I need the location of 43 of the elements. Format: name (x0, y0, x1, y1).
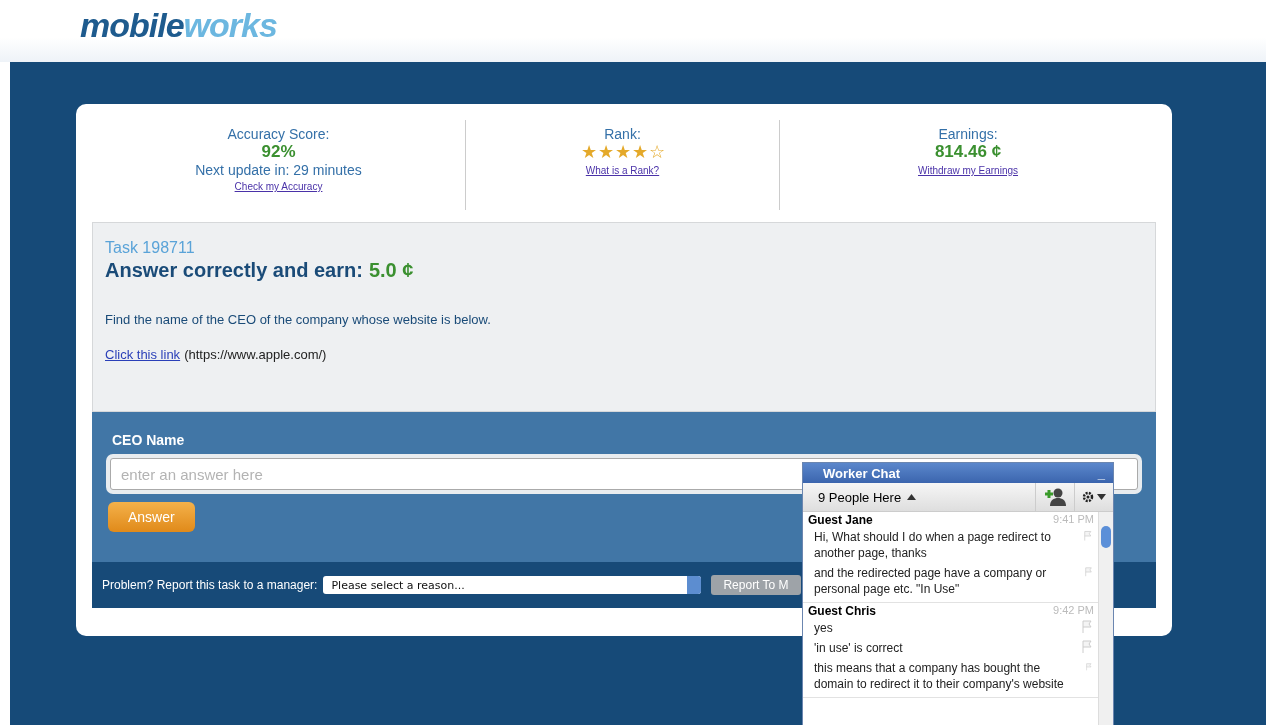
flag-icon[interactable] (1082, 640, 1092, 654)
report-label: Problem? Report this task to a manager: (102, 578, 318, 592)
flag-icon[interactable] (1085, 565, 1092, 579)
flag-icon[interactable] (1084, 529, 1092, 543)
caret-icon (1097, 494, 1106, 500)
task-id: Task 198711 (105, 239, 196, 257)
filled-star-icon: ★ (631, 142, 648, 162)
chat-message: and the redirected page have a company or personal page etc. "In Use" (814, 565, 1048, 597)
scrollbar[interactable] (1098, 512, 1113, 725)
flag-icon[interactable] (1082, 620, 1092, 634)
stat-value: 814.46 ¢ (934, 142, 1002, 162)
field-label: CEO Name (112, 432, 186, 448)
reward-amount: 5.0 ¢ (368, 259, 414, 282)
stat-label: Earnings: (938, 126, 998, 142)
accuracy-link[interactable]: Check my Accuracy (234, 181, 323, 192)
task-url: (https://www.apple.com/) (184, 347, 327, 362)
logo: mobileworks (80, 6, 277, 45)
filled-star-icon: ★ (597, 142, 614, 162)
filled-star-icon: ★ (580, 142, 597, 162)
message-time: 9:42 PM (1053, 604, 1094, 618)
empty-star-icon: ☆ (648, 142, 665, 162)
minimize-button[interactable]: _ (1097, 465, 1105, 481)
caret-icon (907, 494, 917, 500)
message-time: 9:41 PM (1053, 513, 1094, 527)
chat-message: 'in use' is correct (814, 640, 903, 656)
message-author: Guest Chris (808, 604, 876, 618)
task-heading: Answer correctly and earn: (105, 259, 363, 282)
chat-message: this means that a company has bought the domain to redirect it to their company's website (814, 660, 1065, 692)
stat-value: 92% (261, 142, 296, 162)
withdraw-link[interactable]: Withdraw my Earnings (918, 165, 1018, 176)
task-link[interactable]: Click this link (105, 347, 181, 362)
task-instruction: Find the name of the CEO of the company whose website is below. (105, 312, 492, 327)
reason-dropdown[interactable]: Please select a reason... (323, 576, 702, 594)
gear-icon (1082, 491, 1094, 503)
next-update-text: Next update in: 29 minutes (195, 162, 362, 178)
add-person-icon (1043, 488, 1067, 506)
message-author: Guest Jane (808, 513, 873, 527)
filled-star-icon: ★ (614, 142, 631, 162)
stat-label: Rank: (604, 126, 641, 142)
chat-title: Worker Chat (823, 465, 901, 481)
chat-message: yes (814, 620, 833, 636)
rank-link[interactable]: What is a Rank? (585, 165, 660, 176)
stat-label: Accuracy Score: (227, 126, 330, 142)
